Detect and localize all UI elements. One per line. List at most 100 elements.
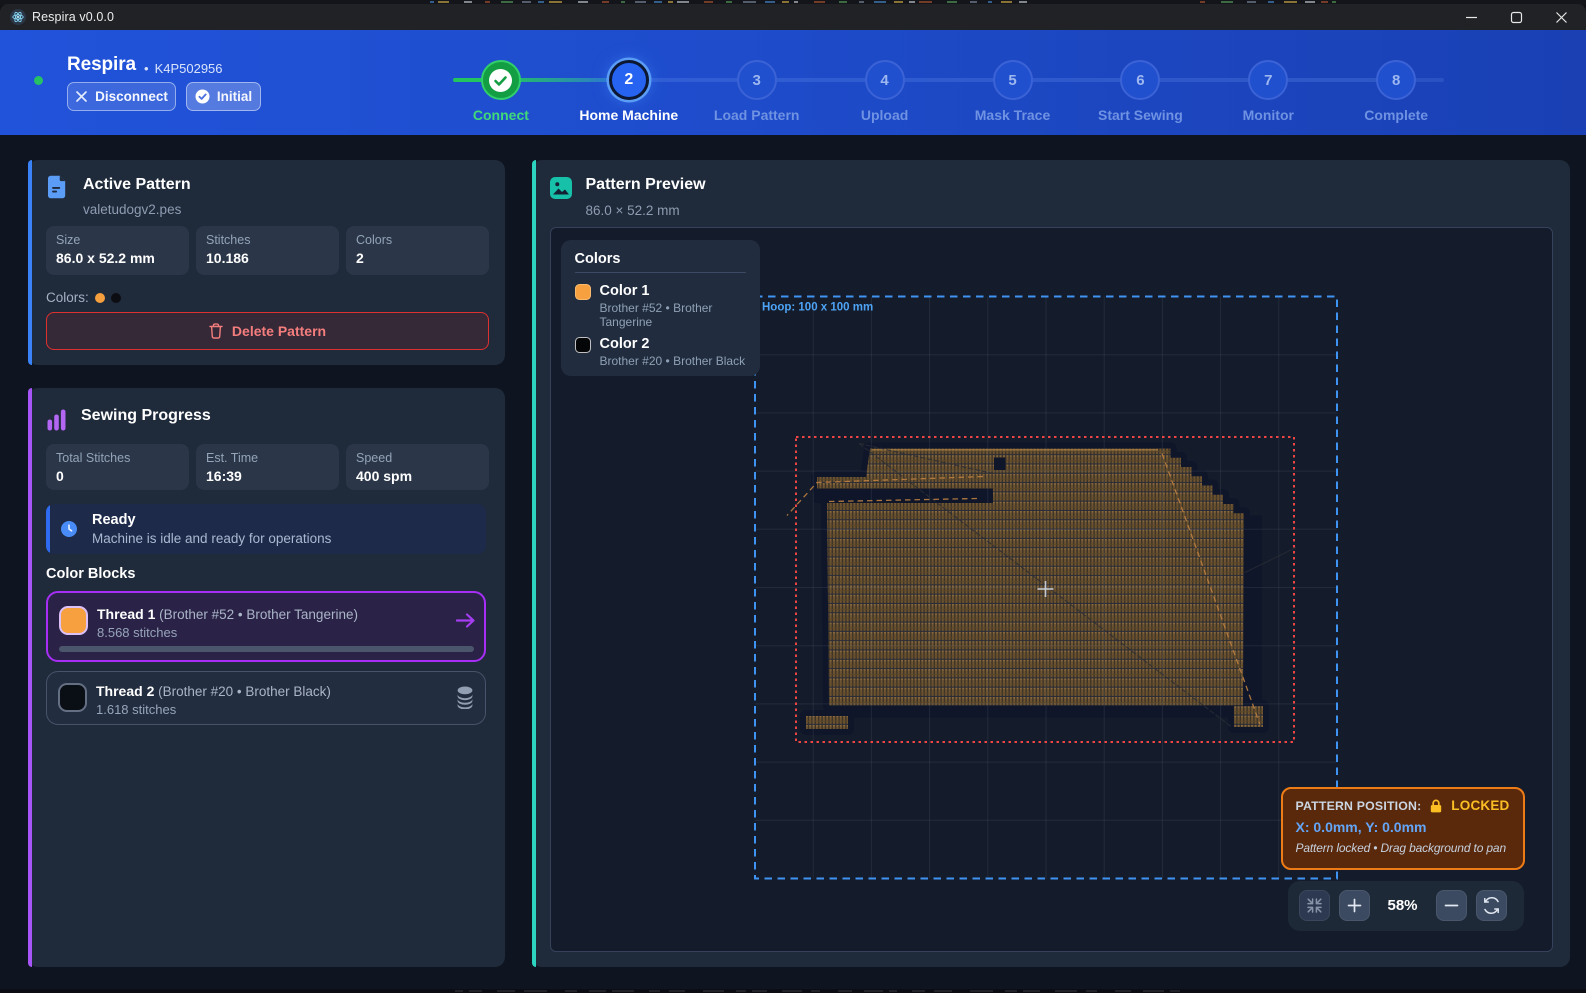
step-label-home-machine: Home Machine (579, 107, 678, 123)
background-text-sliver (455, 990, 463, 992)
initial-button[interactable]: Initial (186, 82, 261, 111)
background-text-sliver (1170, 990, 1180, 992)
background-text-sliver (668, 1, 673, 3)
minimize-button[interactable] (1449, 4, 1493, 30)
background-text-sliver (1143, 990, 1164, 992)
background-text-sliver (602, 1, 609, 3)
color-legend: Colors Color 1 Brother #52 • Brother Tan… (561, 240, 760, 377)
background-text-sliver (889, 990, 897, 992)
background-text-sliver (438, 1, 449, 3)
delete-pattern-button[interactable]: Delete Pattern (46, 312, 489, 350)
refresh-icon (1483, 897, 1500, 914)
background-text-sliver (589, 990, 606, 992)
thread-block-2[interactable]: Thread 2 (Brother #20 • Brother Black) 1… (46, 671, 486, 725)
check-badge-icon (488, 68, 513, 93)
zoom-toolbar: 58% (1288, 881, 1524, 931)
card-title: Active Pattern (83, 176, 191, 194)
zoom-in-button[interactable] (1339, 890, 1370, 921)
database-icon (456, 686, 474, 714)
step-circle-mask-trace[interactable]: 5 (993, 60, 1033, 100)
image-icon (550, 177, 572, 204)
app-logo-icon (10, 9, 26, 25)
card-title: Sewing Progress (81, 407, 211, 425)
disconnect-button[interactable]: Disconnect (67, 82, 176, 111)
background-text-sliver (874, 1, 886, 3)
color-blocks-label: Color Blocks (46, 566, 135, 582)
background-text-sliver (1001, 1, 1012, 3)
background-text-sliver (726, 1, 732, 3)
locked-label: LOCKED (1451, 798, 1509, 813)
background-text-sliver (621, 1, 625, 3)
step-label-complete: Complete (1364, 107, 1428, 123)
background-text-sliver (1284, 1, 1297, 3)
zoom-out-button[interactable] (1436, 890, 1467, 921)
background-text-sliver (1321, 1, 1328, 3)
background-text-sliver (522, 1, 531, 3)
file-icon (48, 175, 67, 204)
background-text-sliver (612, 990, 634, 992)
step-circle-start-sewing[interactable]: 6 (1120, 60, 1160, 100)
stat-tile-total-stitches: Total Stitches 0 (46, 444, 189, 490)
background-text-sliver (654, 1, 662, 3)
window-title: Respira v0.0.0 (32, 10, 114, 24)
background-text-sliver (464, 1, 472, 3)
stat-tile-size: Size 86.0 x 52.2 mm (46, 226, 189, 275)
brand-title: Respira (67, 54, 136, 76)
background-text-sliver (524, 990, 547, 992)
card-title: Pattern Preview (586, 176, 706, 194)
step-circle-complete[interactable]: 8 (1376, 60, 1416, 100)
background-text-sliver (565, 990, 577, 992)
position-hint: Pattern locked • Drag background to pan (1296, 841, 1510, 855)
background-text-sliver (970, 990, 993, 992)
background-text-sliver (469, 990, 482, 992)
step-label-start-sewing: Start Sewing (1098, 107, 1183, 123)
pattern-dimensions: 86.0 × 52.2 mm (586, 203, 680, 218)
background-text-sliver (649, 990, 660, 992)
close-button[interactable] (1539, 4, 1583, 30)
thread-2-swatch (58, 683, 87, 712)
background-text-sliver (736, 990, 746, 992)
step-circle-connect[interactable] (481, 60, 521, 100)
thread-1-progress (59, 646, 474, 652)
active-pattern-card: Active Pattern valetudogv2.pes Size 86.0… (28, 160, 505, 365)
titlebar: Respira v0.0.0 (0, 4, 1586, 30)
background-text-sliver (1023, 990, 1040, 992)
legend-item-1: Color 1 Brother #52 • Brother Tangerine (575, 283, 746, 330)
background-text-sliver (1221, 1, 1233, 3)
background-text-sliver (1247, 1, 1256, 3)
background-text-sliver (934, 990, 952, 992)
reset-view-button[interactable] (1476, 890, 1507, 921)
clock-icon (61, 521, 77, 542)
background-text-sliver (501, 1, 513, 3)
background-text-sliver (864, 990, 883, 992)
pattern-position-badge: PATTERN POSITION: LOCKED X: 0.0mm, Y: 0.… (1281, 787, 1525, 870)
connection-status-dot (34, 76, 43, 85)
background-text-sliver (1332, 1, 1336, 3)
background-text-sliver (578, 1, 588, 3)
background-text-sliver (919, 1, 932, 3)
background-text-sliver (1268, 1, 1274, 3)
machine-serial: •K4P502956 (144, 61, 223, 76)
background-text-sliver (743, 1, 756, 3)
background-text-sliver (549, 1, 562, 3)
step-circle-upload[interactable]: 4 (865, 60, 905, 100)
background-text-sliver (838, 990, 852, 992)
maximize-button[interactable] (1494, 4, 1538, 30)
background-text-sliver (1019, 1, 1027, 3)
background-text-sliver (1086, 990, 1097, 992)
background-text-sliver (970, 1, 977, 3)
bar-chart-icon (47, 409, 68, 436)
background-text-sliver (782, 990, 802, 992)
step-circle-monitor[interactable]: 7 (1248, 60, 1288, 100)
pattern-colors-row: Colors: (46, 290, 121, 305)
thread-block-1[interactable]: Thread 1 (Brother #52 • Brother Tangerin… (46, 591, 486, 662)
stat-tile-stitches: Stitches 10.186 (196, 226, 339, 275)
background-text-sliver (894, 1, 903, 3)
background-text-sliver (677, 1, 689, 3)
background-text-sliver (669, 990, 685, 992)
step-label-monitor: Monitor (1243, 107, 1294, 123)
fit-view-button[interactable] (1299, 890, 1330, 921)
step-circle-home-machine[interactable]: 2 (609, 60, 649, 100)
legend-swatch-2 (575, 337, 591, 353)
step-circle-load-pattern[interactable]: 3 (737, 60, 777, 100)
